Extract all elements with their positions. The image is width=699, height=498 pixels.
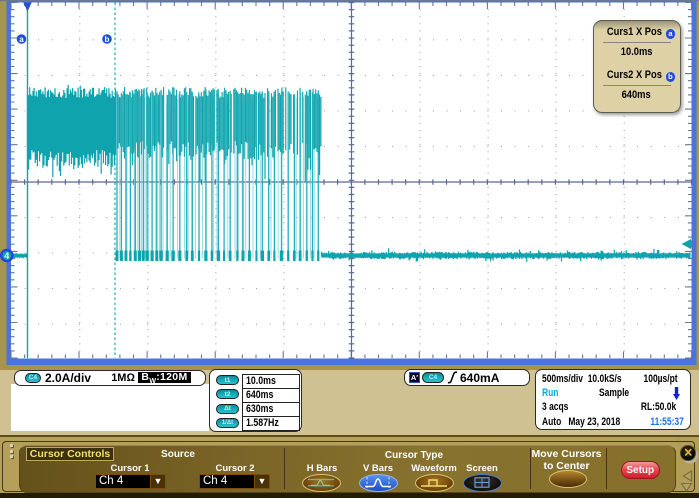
svg-text:b: b xyxy=(105,35,110,44)
svg-text:4: 4 xyxy=(4,251,9,261)
svg-text:a: a xyxy=(19,35,24,44)
